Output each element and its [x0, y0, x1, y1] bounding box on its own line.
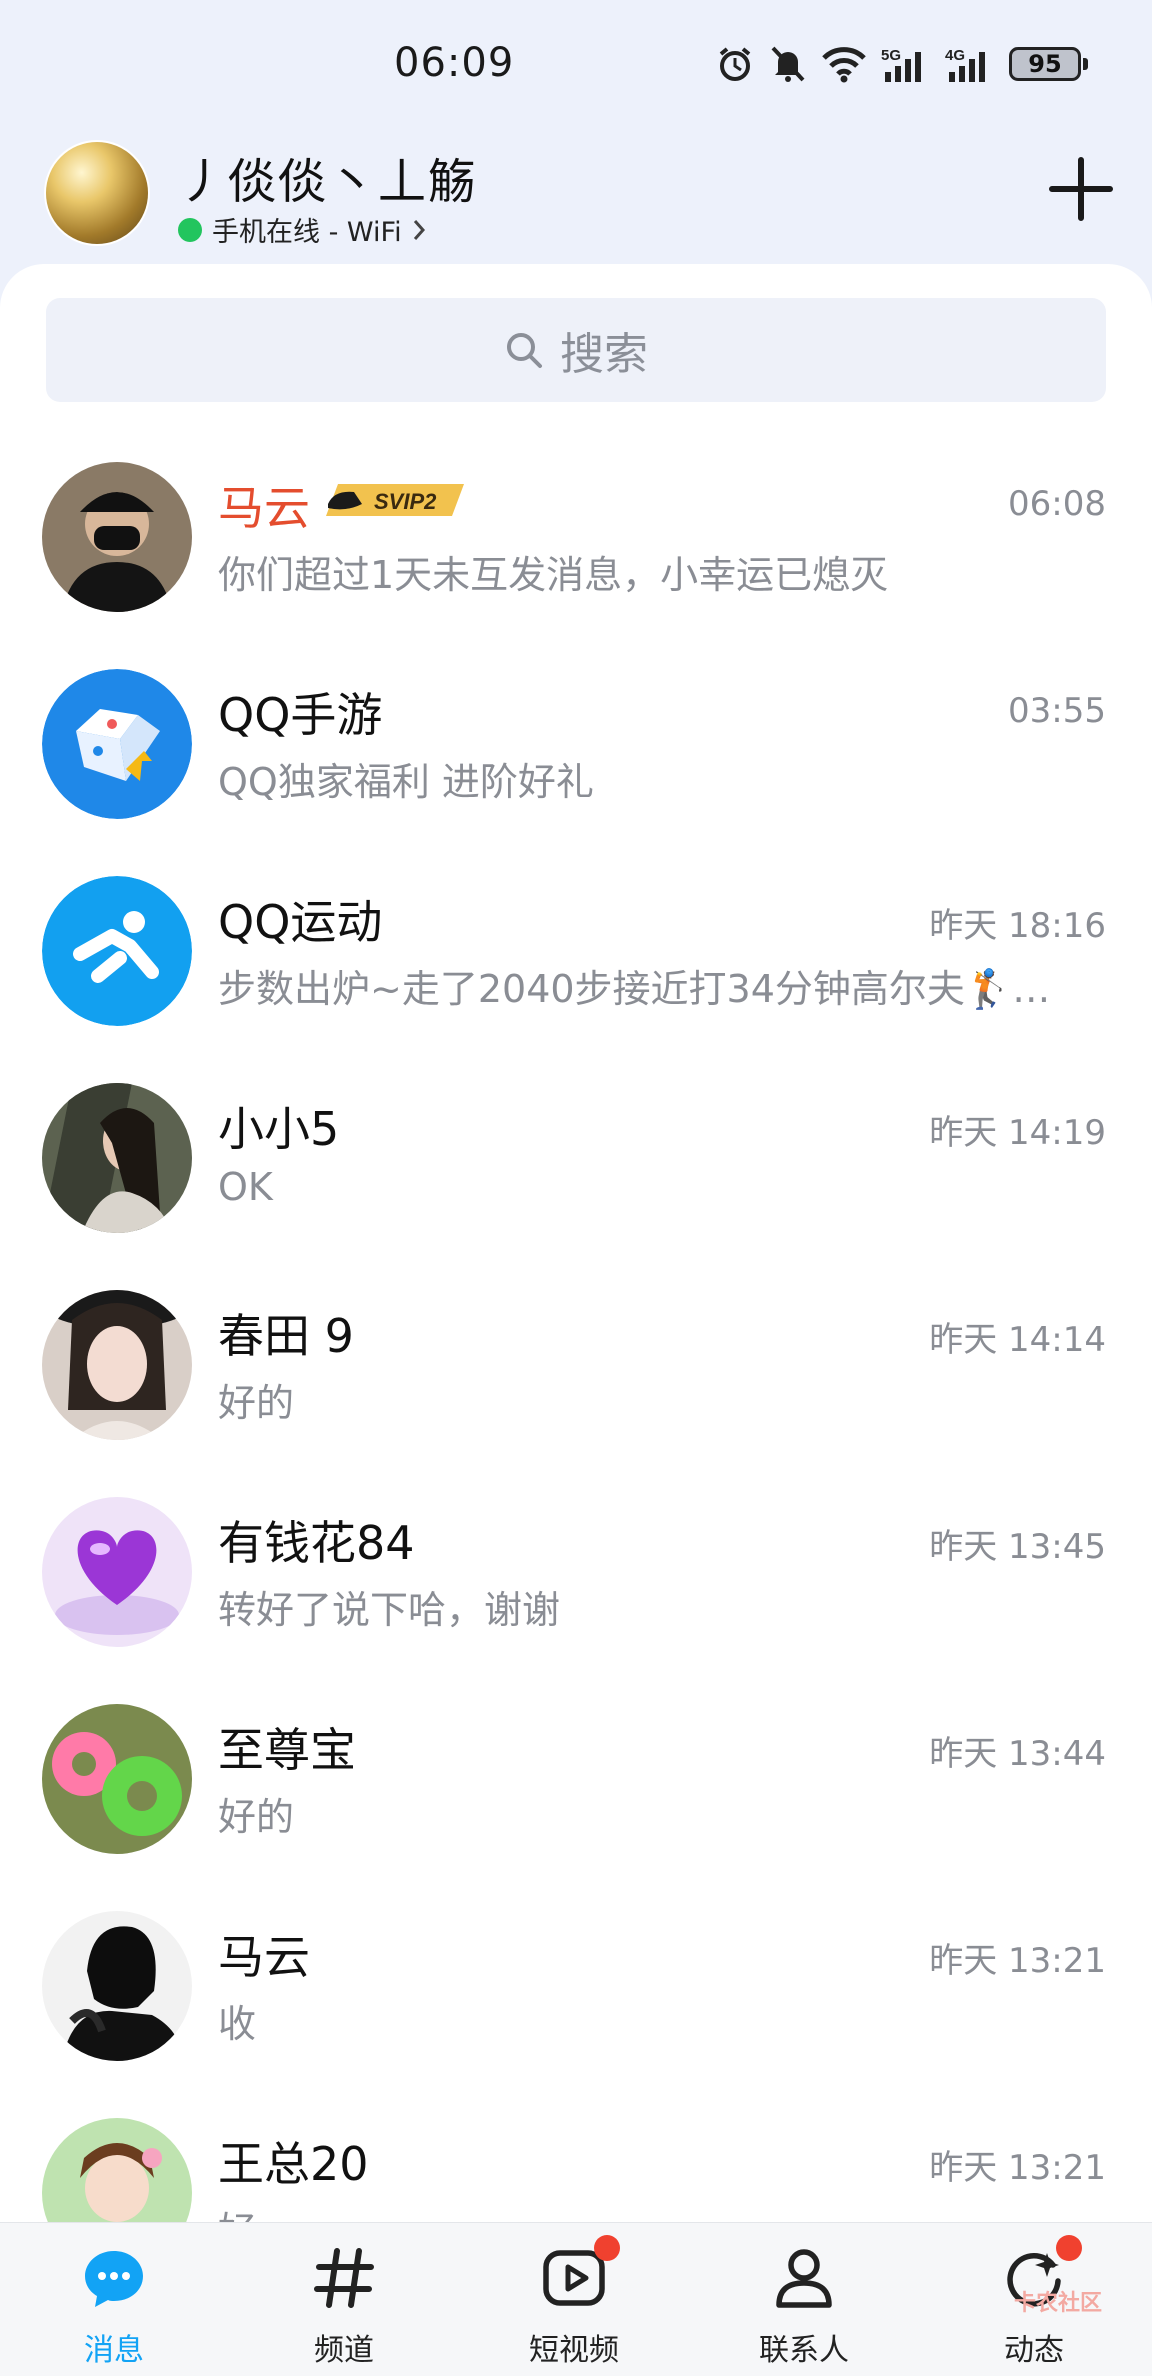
search-icon: [507, 333, 542, 368]
profile-name[interactable]: 丿倓倓丶丄觞: [178, 142, 478, 212]
search-bar[interactable]: 搜索: [46, 298, 1106, 402]
main-card: 搜索 马云 SVIP2 你们超过1天未互发消息，小幸运已熄灭 06:08 QQ手…: [0, 264, 1152, 2224]
chevron-right-icon: [413, 219, 425, 240]
status-bar: 06:09 5G 4G 95: [0, 0, 1152, 130]
message-time: 03:55: [1008, 691, 1106, 731]
conversation-item[interactable]: 至尊宝 好的 昨天 13:44: [0, 1656, 1152, 1863]
message-time: 昨天 13:21: [929, 1941, 1106, 1981]
last-message: OK: [218, 1165, 273, 1209]
svip-badge: SVIP2: [326, 484, 464, 516]
profile-avatar[interactable]: [46, 142, 148, 244]
message-time: 昨天 13:44: [929, 1734, 1106, 1774]
contact-name: 马云: [218, 1930, 310, 1984]
profile-header: 丿倓倓丶丄觞 手机在线 - WiFi: [0, 130, 1152, 270]
add-button[interactable]: [1048, 156, 1114, 222]
contact-avatar: [42, 1704, 192, 1854]
conversation-item[interactable]: 马云 收 昨天 13:21: [0, 1863, 1152, 2070]
search-placeholder: 搜索: [560, 329, 648, 380]
message-time: 昨天 14:14: [929, 1320, 1106, 1360]
contact-avatar: [42, 1497, 192, 1647]
hashtag-icon: [314, 2248, 374, 2308]
message-time: 昨天 13:45: [929, 1527, 1106, 1567]
online-dot-icon: [178, 217, 202, 242]
online-status-text: 手机在线 - WiFi: [212, 217, 402, 248]
watermark: 卡农社区: [1013, 2291, 1102, 2316]
contact-icon: [776, 2249, 832, 2308]
contact-avatar: [42, 2118, 192, 2224]
alarm-icon: [719, 47, 751, 81]
notification-dot: [1056, 2235, 1082, 2261]
bottom-navigation: 消息 频道 短视频 联系人 动态 卡农社区: [0, 2222, 1152, 2376]
nav-label: 联系人: [759, 2333, 849, 2368]
last-message: 收: [218, 2002, 257, 2046]
contact-avatar: [42, 462, 192, 612]
conversation-item[interactable]: 马云 SVIP2 你们超过1天未互发消息，小幸运已熄灭 06:08: [0, 414, 1152, 621]
contact-avatar: [42, 1083, 192, 1233]
contact-name: 至尊宝: [218, 1723, 356, 1777]
battery-indicator: 95: [1009, 47, 1088, 81]
contact-avatar: [42, 1911, 192, 2061]
conversation-item[interactable]: 有钱花84 转好了说下哈，谢谢 昨天 13:45: [0, 1449, 1152, 1656]
nav-label: 消息: [84, 2333, 144, 2368]
conversation-list: 马云 SVIP2 你们超过1天未互发消息，小幸运已熄灭 06:08 QQ手游 Q…: [0, 414, 1152, 2224]
message-icon: [85, 2251, 143, 2307]
nav-short-video[interactable]: 短视频: [494, 2235, 654, 2368]
nav-messages[interactable]: 消息: [34, 2245, 194, 2368]
notification-dot: [594, 2235, 620, 2261]
nav-label: 短视频: [529, 2333, 619, 2368]
nav-label: 动态: [1004, 2333, 1064, 2368]
svg-text:4G: 4G: [945, 47, 965, 64]
last-message: 转好了说下哈，谢谢: [218, 1588, 561, 1632]
last-message: 好: [218, 2200, 1068, 2224]
contact-name: QQ手游: [218, 688, 383, 742]
mute-bell-icon: [771, 46, 805, 82]
battery-tip: [1083, 58, 1088, 70]
message-time: 昨天 18:16: [929, 906, 1106, 946]
last-message: 好的: [218, 1381, 295, 1425]
last-message: 步数出炉~走了2040步接近打34分钟高尔夫🏌…: [218, 967, 1051, 1011]
last-message: QQ独家福利 进阶好礼: [218, 760, 594, 804]
contact-name: 有钱花84: [218, 1516, 415, 1570]
conversation-item[interactable]: QQ运动 步数出炉~走了2040步接近打34分钟高尔夫🏌… 昨天 18:16: [0, 828, 1152, 1035]
conversation-item[interactable]: 春田 9 好的 昨天 14:14: [0, 1242, 1152, 1449]
signal-5g-icon: 5G: [881, 47, 921, 82]
wifi-icon: [822, 47, 866, 83]
contact-name: 春田 9: [218, 1309, 354, 1363]
battery-level: 95: [1009, 47, 1081, 81]
online-status[interactable]: 手机在线 - WiFi: [178, 210, 426, 249]
nav-label: 频道: [314, 2333, 374, 2368]
contact-name: QQ运动: [218, 895, 383, 949]
status-time: 06:09: [394, 40, 515, 86]
qq-games-avatar: [42, 669, 192, 819]
message-time: 昨天 13:21: [929, 2148, 1106, 2188]
conversation-item[interactable]: 小小5 OK 昨天 14:19: [0, 1035, 1152, 1242]
contact-name: 小小5: [218, 1102, 340, 1156]
conversation-item[interactable]: 王总20 好 昨天 13:21: [0, 2070, 1152, 2224]
nav-contacts[interactable]: 联系人: [724, 2245, 884, 2368]
contact-name: 王总20: [218, 2137, 369, 2191]
last-message: 你们超过1天未互发消息，小幸运已熄灭: [218, 553, 889, 597]
nav-channels[interactable]: 频道: [264, 2245, 424, 2368]
svg-text:SVIP2: SVIP2: [374, 489, 437, 514]
signal-4g-icon: 4G: [945, 47, 985, 82]
status-icons: 5G 4G 95: [715, 44, 1088, 84]
last-message: 好的: [218, 1795, 295, 1839]
contact-avatar: [42, 1290, 192, 1440]
conversation-item[interactable]: QQ手游 QQ独家福利 进阶好礼 03:55: [0, 621, 1152, 828]
contact-name: 马云: [218, 481, 310, 535]
qq-sports-avatar: [42, 876, 192, 1026]
message-time: 06:08: [1008, 484, 1106, 524]
svg-text:5G: 5G: [881, 47, 901, 64]
message-time: 昨天 14:19: [929, 1113, 1106, 1153]
